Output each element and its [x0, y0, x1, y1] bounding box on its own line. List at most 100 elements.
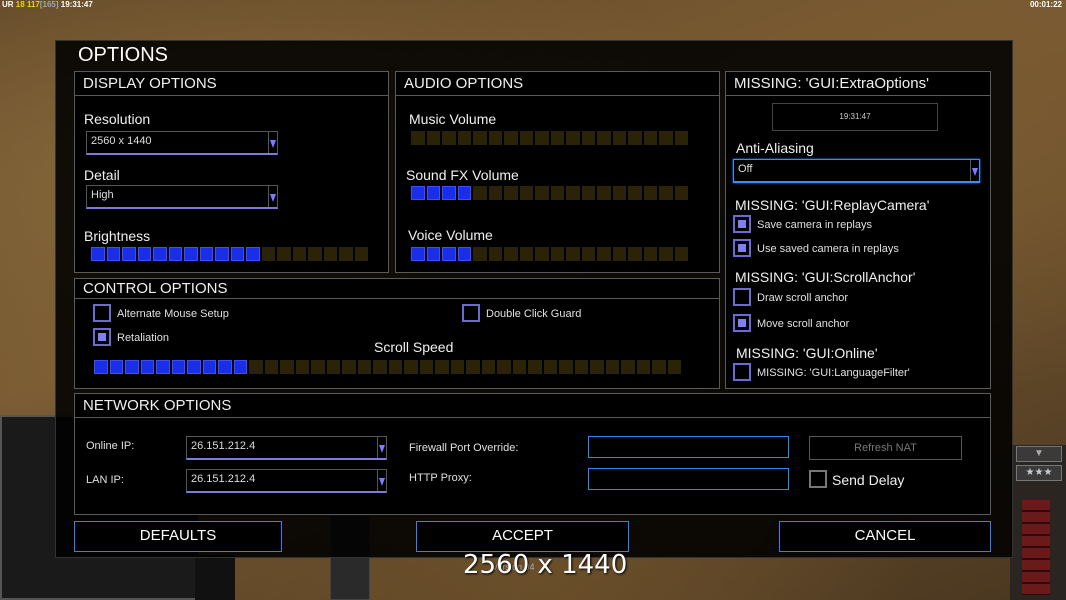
player-stats: UR 18 117[165] 19:31:47: [2, 0, 93, 10]
hud-power-bar: [1022, 500, 1050, 595]
slider-segment: [643, 186, 657, 200]
online-ip-label: Online IP:: [86, 440, 135, 452]
anti-aliasing-value: Off: [738, 163, 753, 175]
accept-button[interactable]: ACCEPT: [416, 521, 629, 552]
slider-segment: [442, 186, 456, 200]
slider-segment: [674, 186, 688, 200]
slider-segment: [488, 247, 502, 261]
slider-segment: [404, 360, 418, 374]
stat-value-a: 18: [15, 0, 25, 9]
draw-scroll-anchor-checkbox[interactable]: [733, 288, 751, 306]
detail-dropdown[interactable]: High: [86, 185, 278, 209]
alternate-mouse-label: Alternate Mouse Setup: [117, 308, 229, 320]
language-filter-checkbox[interactable]: [733, 363, 751, 381]
slider-segment: [202, 360, 216, 374]
slider-segment: [597, 186, 611, 200]
slider-segment: [488, 186, 502, 200]
slider-segment: [457, 131, 471, 145]
music-volume-slider[interactable]: [411, 131, 688, 145]
slider-segment: [450, 360, 464, 374]
slider-segment: [171, 360, 185, 374]
scroll-anchor-heading: MISSING: 'GUI:ScrollAnchor': [735, 269, 916, 285]
slider-segment: [323, 247, 337, 261]
slider-segment: [137, 247, 151, 261]
sound-fx-volume-slider[interactable]: [411, 186, 688, 200]
slider-segment: [636, 360, 650, 374]
clock-left: 19:31:47: [60, 0, 93, 9]
move-scroll-anchor-checkbox[interactable]: [733, 314, 751, 332]
slider-segment: [574, 360, 588, 374]
slider-segment: [156, 360, 170, 374]
slider-segment: [550, 247, 564, 261]
http-proxy-label: HTTP Proxy:: [409, 472, 472, 484]
slider-segment: [535, 247, 549, 261]
slider-segment: [473, 131, 487, 145]
slider-segment: [261, 247, 275, 261]
double-click-guard-checkbox[interactable]: [462, 304, 480, 322]
chevron-down-icon: [268, 186, 277, 207]
slider-segment: [473, 247, 487, 261]
http-proxy-input[interactable]: [588, 468, 789, 490]
send-delay-checkbox[interactable]: [809, 470, 827, 488]
brightness-label: Brightness: [84, 228, 151, 244]
slider-segment: [357, 360, 371, 374]
slider-segment: [411, 186, 425, 200]
brightness-slider[interactable]: [91, 247, 368, 261]
slider-segment: [597, 247, 611, 261]
slider-segment: [295, 360, 309, 374]
cancel-button[interactable]: CANCEL: [779, 521, 991, 552]
retaliation-checkbox[interactable]: [93, 328, 111, 346]
slider-segment: [559, 360, 573, 374]
alternate-mouse-checkbox[interactable]: [93, 304, 111, 322]
extra-options-title: MISSING: 'GUI:ExtraOptions': [726, 72, 990, 96]
voice-volume-slider[interactable]: [411, 247, 688, 261]
slider-segment: [605, 360, 619, 374]
online-ip-value: 26.151.212.4: [191, 440, 256, 452]
voice-volume-label: Voice Volume: [408, 227, 493, 243]
slider-segment: [457, 186, 471, 200]
slider-segment: [199, 247, 213, 261]
slider-segment: [308, 247, 322, 261]
online-ip-dropdown[interactable]: 26.151.212.4: [186, 436, 387, 460]
slider-segment: [504, 186, 518, 200]
slider-segment: [643, 247, 657, 261]
save-camera-label: Save camera in replays: [757, 219, 872, 231]
slider-segment: [597, 131, 611, 145]
slider-segment: [528, 360, 542, 374]
save-camera-checkbox[interactable]: [733, 215, 751, 233]
slider-segment: [466, 360, 480, 374]
language-filter-label: MISSING: 'GUI:LanguageFilter': [757, 367, 910, 379]
scroll-speed-slider[interactable]: [94, 360, 681, 374]
network-options-title: NETWORK OPTIONS: [75, 394, 990, 418]
hud-down-button[interactable]: ▼: [1016, 446, 1062, 462]
anti-aliasing-dropdown[interactable]: Off: [733, 159, 980, 183]
slider-segment: [652, 360, 666, 374]
slider-segment: [612, 131, 626, 145]
slider-segment: [497, 360, 511, 374]
slider-segment: [566, 186, 580, 200]
chevron-down-icon: [377, 437, 386, 458]
slider-segment: [519, 247, 533, 261]
slider-segment: [550, 131, 564, 145]
double-click-guard-label: Double Click Guard: [486, 308, 582, 320]
resolution-value: 2560 x 1440: [91, 135, 152, 147]
refresh-nat-button[interactable]: Refresh NAT: [809, 436, 962, 460]
control-options-title: CONTROL OPTIONS: [75, 279, 719, 299]
detail-value: High: [91, 189, 114, 201]
defaults-button[interactable]: DEFAULTS: [74, 521, 282, 552]
slider-segment: [667, 360, 681, 374]
slider-segment: [504, 131, 518, 145]
hud-rank-stars: ★★★: [1016, 465, 1062, 481]
resolution-dropdown[interactable]: 2560 x 1440: [86, 131, 278, 155]
slider-segment: [411, 247, 425, 261]
lan-ip-dropdown[interactable]: 26.151.212.4: [186, 469, 387, 493]
slider-segment: [674, 131, 688, 145]
firewall-port-input[interactable]: [588, 436, 789, 458]
top-status-bar: UR 18 117[165] 19:31:47 00:01:22: [0, 0, 1066, 10]
use-saved-camera-checkbox[interactable]: [733, 239, 751, 257]
slider-segment: [442, 131, 456, 145]
slider-segment: [426, 131, 440, 145]
slider-segment: [140, 360, 154, 374]
slider-segment: [659, 247, 673, 261]
stat-prefix: UR: [2, 0, 14, 9]
